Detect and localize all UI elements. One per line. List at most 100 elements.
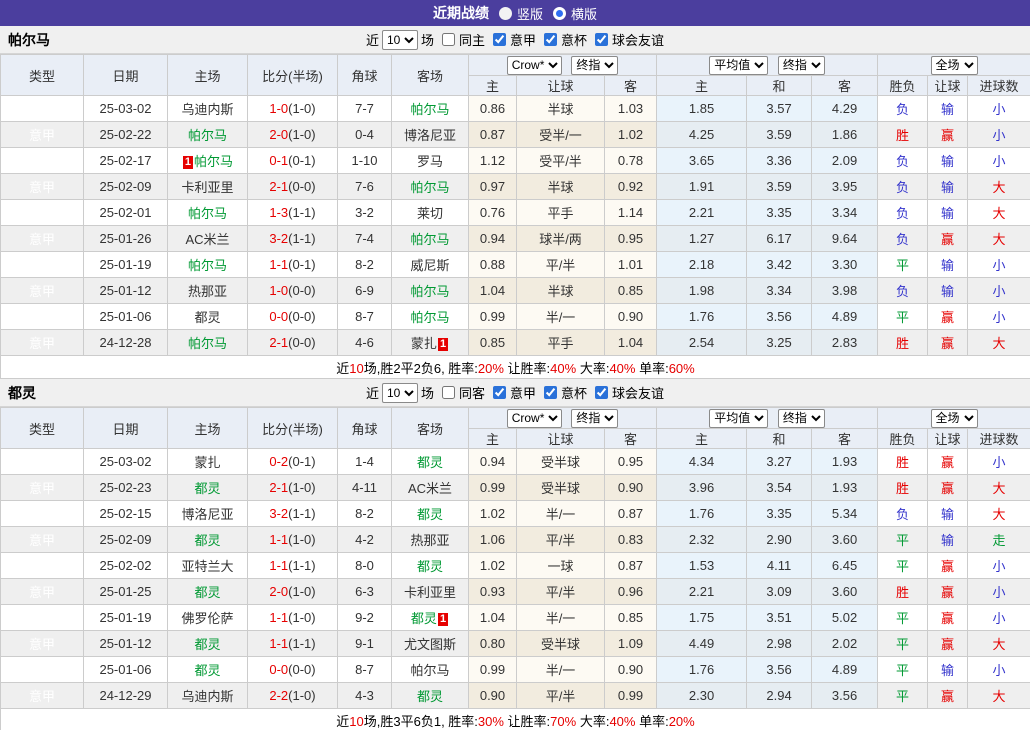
league-friendly-checkbox[interactable] [595,386,608,399]
euro-away-odds-cell: 1.93 [812,449,878,475]
asian-away-odds-cell: 1.14 [605,200,657,226]
europe-final-odds-select[interactable]: 终指 [778,409,825,428]
date-cell: 25-02-23 [84,475,168,501]
bookmaker-select[interactable]: Crow* [507,409,562,428]
home-team-name: 帕尔马 [188,128,227,143]
filter-controls: 近 10 场 同主 意甲 意杯 球会友谊 [0,26,1030,53]
asian-final-odds-select[interactable]: 终指 [571,409,618,428]
result-goals-cell: 小 [968,122,1030,148]
summary-segment: 让胜率: [504,361,550,376]
score-cell: 1-1(1-1) [248,553,338,579]
asian-away-odds-cell: 1.02 [605,122,657,148]
match-row: 意甲25-01-19帕尔马1-1(0-1)8-2威尼斯0.88平/半1.012.… [1,252,1030,278]
euro-home-odds-cell: 1.85 [657,96,747,122]
result-wdl-cell: 胜 [878,475,928,501]
home-team-name: 帕尔马 [188,258,227,273]
fulltime-select[interactable]: 全场 [931,409,978,428]
same-venue-label: 同主 [459,30,485,49]
asian-away-odds-cell: 0.90 [605,304,657,330]
fulltime-select[interactable]: 全场 [931,56,978,75]
euro-home-odds-cell: 4.25 [657,122,747,148]
euro-away-odds-cell: 3.60 [812,527,878,553]
radio-vertical-label[interactable]: 竖版 [517,4,543,23]
league-coppa-checkbox[interactable] [544,33,557,46]
away-team-cell: 尤文图斯 [392,631,469,657]
euro-draw-odds-cell: 2.98 [747,631,812,657]
result-handicap-cell: 赢 [928,330,968,356]
euro-draw-odds-cell: 3.59 [747,122,812,148]
same-venue-checkbox[interactable] [442,33,455,46]
league-friendly-checkbox[interactable] [595,33,608,46]
team-name: 都灵 [8,379,36,407]
handicap-cell: 半/一 [517,605,605,631]
halftime-score: (1-1) [288,506,315,521]
col-euro-home: 主 [657,429,747,449]
score-cell: 3-2(1-1) [248,226,338,252]
score-cell: 1-3(1-1) [248,200,338,226]
red-card-badge: 1 [183,156,193,169]
page-title: 近期战绩 [433,3,489,23]
match-count-select[interactable]: 10 [382,383,418,403]
halftime-score: (0-1) [288,153,315,168]
euro-draw-odds-cell: 3.27 [747,449,812,475]
result-handicap-cell: 输 [928,148,968,174]
result-goals-cell: 大 [968,174,1030,200]
match-row: 意甲25-01-06都灵0-0(0-0)8-7帕尔马0.99半/一0.901.7… [1,657,1030,683]
result-goals-cell: 小 [968,579,1030,605]
layout-radio-horizontal[interactable]: 横版 [553,4,597,23]
asian-home-odds-cell: 0.88 [469,252,517,278]
euro-away-odds-cell: 4.89 [812,657,878,683]
asian-final-odds-select[interactable]: 终指 [571,56,618,75]
summary-line: 近10场,胜2平2负6, 胜率:20% 让胜率:40% 大率:40% 单率:60… [1,356,1030,379]
average-odds-select[interactable]: 平均值 [709,409,768,428]
euro-away-odds-cell: 3.34 [812,200,878,226]
league-serie-a-checkbox[interactable] [493,33,506,46]
result-group: 全场 [878,55,1030,76]
league-coppa-label: 意杯 [561,383,587,402]
euro-draw-odds-cell: 2.94 [747,683,812,709]
radio-horizontal-label[interactable]: 横版 [571,4,597,23]
euro-away-odds-cell: 3.95 [812,174,878,200]
match-row: 意甲25-02-09卡利亚里2-1(0-0)7-6帕尔马0.97半球0.921.… [1,174,1030,200]
handicap-cell: 半球 [517,96,605,122]
asian-home-odds-cell: 1.12 [469,148,517,174]
europe-final-odds-select[interactable]: 终指 [778,56,825,75]
match-row: 意甲25-01-06都灵0-0(0-0)8-7帕尔马0.99半/一0.901.7… [1,304,1030,330]
date-cell: 25-01-19 [84,605,168,631]
score-cell: 0-0(0-0) [248,304,338,330]
same-venue-checkbox[interactable] [442,386,455,399]
layout-radio-vertical[interactable]: 竖版 [499,4,543,23]
away-team-cell: 都灵1 [392,605,469,631]
bookmaker-select[interactable]: Crow* [507,56,562,75]
date-cell: 24-12-28 [84,330,168,356]
euro-home-odds-cell: 3.65 [657,148,747,174]
result-wdl-cell: 胜 [878,330,928,356]
away-team-name: 罗马 [417,154,443,169]
home-team-name: 都灵 [194,637,220,652]
score-cell: 3-2(1-1) [248,501,338,527]
result-wdl-cell: 平 [878,605,928,631]
asian-home-odds-cell: 0.80 [469,631,517,657]
euro-away-odds-cell: 2.02 [812,631,878,657]
league-serie-a-checkbox[interactable] [493,386,506,399]
home-team-cell: 帕尔马 [168,330,248,356]
corner-cell: 4-11 [338,475,392,501]
average-odds-select[interactable]: 平均值 [709,56,768,75]
league-coppa-checkbox[interactable] [544,386,557,399]
home-team-cell: 卡利亚里 [168,174,248,200]
home-team-name: 帕尔马 [194,154,233,169]
radio-horizontal-icon[interactable] [553,7,566,20]
result-goals-cell: 小 [968,252,1030,278]
radio-vertical-icon[interactable] [499,7,512,20]
fulltime-score: 3-2 [269,231,288,246]
col-date: 日期 [84,55,168,96]
match-count-select[interactable]: 10 [382,30,418,50]
result-wdl-cell: 平 [878,527,928,553]
result-goals-cell: 小 [968,148,1030,174]
league-friendly-label: 球会友谊 [612,383,664,402]
col-date: 日期 [84,408,168,449]
handicap-cell: 半/一 [517,501,605,527]
league-cell: 意甲 [1,449,84,475]
fulltime-score: 1-1 [269,636,288,651]
asian-home-odds-cell: 0.94 [469,449,517,475]
